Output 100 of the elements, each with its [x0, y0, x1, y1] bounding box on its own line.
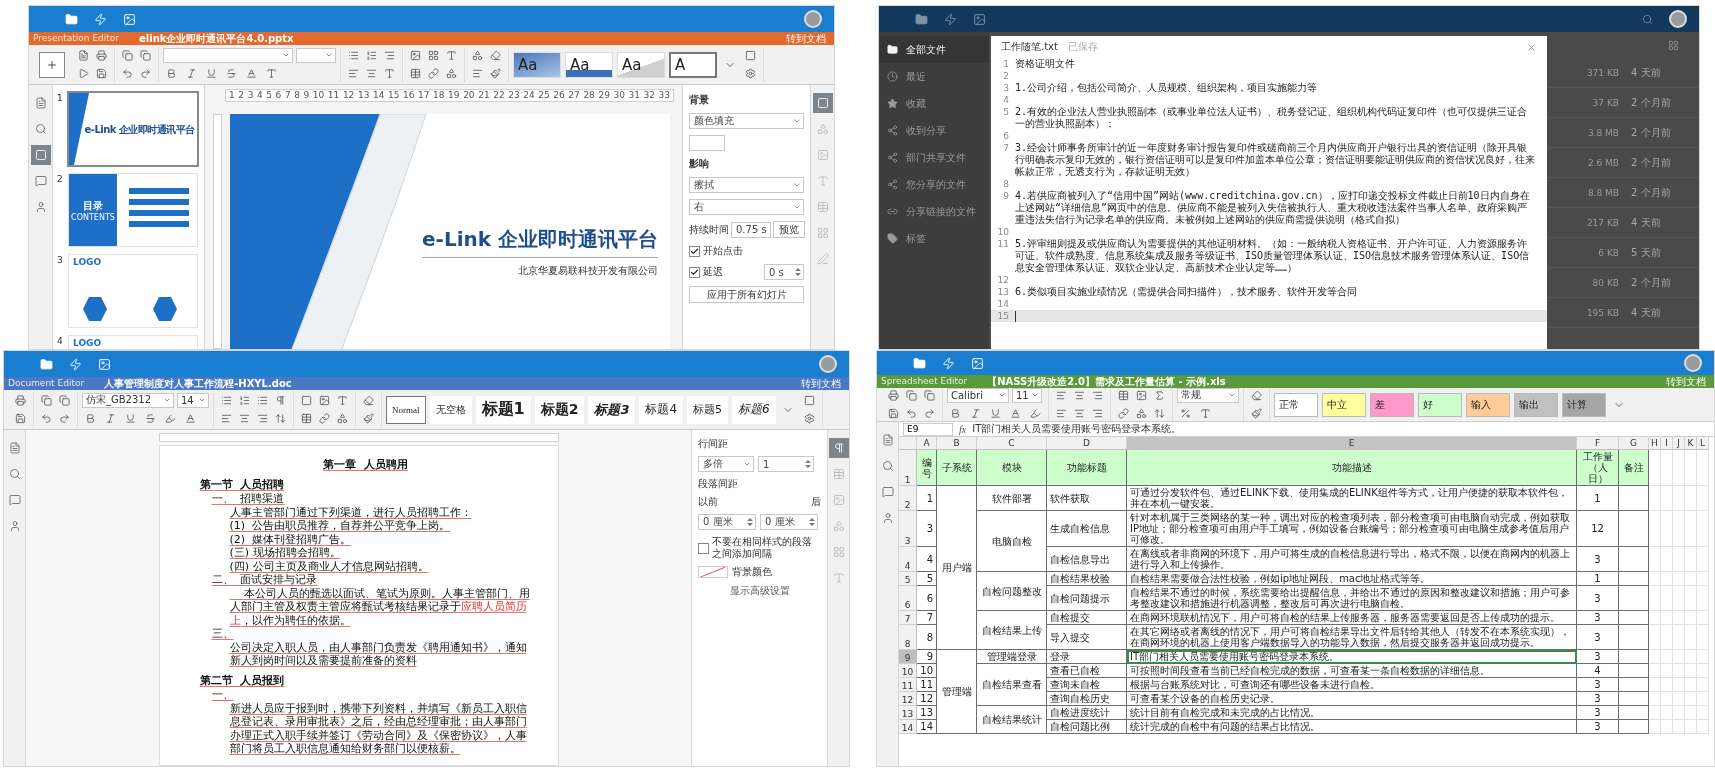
direction-dropdown[interactable]: 右	[689, 199, 804, 215]
nav-item[interactable]: 全部文件	[879, 36, 989, 63]
column-header[interactable]: A	[917, 437, 937, 450]
copy-icon[interactable]	[41, 395, 52, 406]
settings-icon[interactable]	[745, 68, 756, 79]
nav-item[interactable]: 标签	[879, 225, 989, 252]
paste-icon[interactable]	[59, 395, 70, 406]
image-icon[interactable]	[1136, 390, 1147, 401]
copy-icon[interactable]	[906, 390, 917, 401]
align-right-icon[interactable]	[1092, 408, 1103, 419]
row-header[interactable]: 8	[899, 625, 917, 650]
column-header[interactable]: K	[1685, 437, 1697, 450]
eraser-icon[interactable]	[363, 395, 374, 406]
paste-icon[interactable]	[924, 390, 935, 401]
underline-icon[interactable]	[125, 413, 136, 424]
multilevel-icon[interactable]	[257, 395, 268, 406]
cell-style[interactable]: 正常	[1274, 392, 1318, 417]
theme-thumbnail[interactable]: Aa	[565, 51, 613, 78]
paragraph-style[interactable]: 标题1	[475, 395, 531, 424]
spinner-arrows-icon[interactable]	[747, 517, 753, 527]
table-cell[interactable]: 统计目前有自检完成和未完成的占比情况。	[1127, 706, 1577, 720]
save-icon[interactable]	[96, 68, 107, 79]
formula-field[interactable]: IT部门相关人员需要使用账号密码登录本系统。	[972, 422, 1182, 436]
line-spacing-field[interactable]: 1	[758, 456, 814, 472]
checkbox[interactable]	[689, 266, 700, 278]
sort-icon[interactable]	[1154, 408, 1165, 419]
line-spacing-icon[interactable]	[275, 413, 286, 424]
numbering-icon[interactable]	[366, 50, 377, 61]
nav-item[interactable]: 部门共享文件	[879, 144, 989, 171]
paragraph-style[interactable]: 标题6	[732, 395, 776, 424]
table-cell[interactable]: 可通过分发软件包、通过ELINK下载、使用集成的ELINK组件等方式，让用户便捷的获取本软件包，并在本机一键安装。	[1127, 486, 1577, 511]
column-header[interactable]: C	[977, 437, 1047, 450]
paragraph-style[interactable]: Normal	[386, 395, 426, 424]
bold-icon[interactable]	[166, 68, 177, 79]
numbering-icon[interactable]	[239, 395, 250, 406]
empty-cell[interactable]	[1619, 706, 1649, 720]
function-label[interactable]: fx	[959, 423, 967, 435]
font-color-icon[interactable]	[1010, 408, 1021, 419]
font-size-field[interactable]: 11	[1012, 388, 1042, 403]
grid-icon[interactable]	[428, 50, 439, 61]
brush-icon[interactable]	[363, 413, 374, 424]
table-cell[interactable]: 统计完成的自检中有问题的结果占比情况。	[1127, 720, 1577, 734]
strikethrough-icon[interactable]	[226, 68, 237, 79]
link-icon[interactable]	[428, 68, 439, 79]
font-color-icon[interactable]	[185, 413, 196, 424]
font-color-icon[interactable]	[246, 68, 257, 79]
spacing-before-field[interactable]: 0 厘米	[698, 514, 756, 530]
search-icon[interactable]	[1642, 13, 1653, 25]
shapes-icon[interactable]	[337, 413, 348, 424]
table-cell[interactable]: 在离线或者非商网的环境下，用户可将生成的自检信息进行导出，格式不限，以便在商网内的机器上进行导入和上传操作。	[1127, 547, 1577, 572]
undo-icon[interactable]	[41, 413, 52, 424]
advanced-settings-link[interactable]: 显示高级设置	[698, 584, 821, 598]
table-cell[interactable]: 针对本机属于三类网络的某一种，调出对应的检查项列表，部分检查项可由电脑自动完成，例如获取IP地址；部分检查项可由用户手工填写，例如设备台账编号；部分检查项可由电脑生成参考值后用户可修改。	[1127, 511, 1577, 547]
spinner-arrows-icon[interactable]	[805, 459, 811, 469]
shapes-icon[interactable]	[446, 68, 457, 79]
print-icon[interactable]	[888, 390, 899, 401]
folder-icon[interactable]	[65, 12, 78, 26]
add-slide-button[interactable]	[39, 51, 65, 78]
font-name-field[interactable]: Calibri	[947, 388, 1009, 403]
cell-style[interactable]: 中立	[1322, 392, 1366, 417]
row-header[interactable]: 14	[899, 720, 917, 734]
paragraph-style[interactable]: 标题3	[588, 395, 636, 424]
row-header[interactable]: 13	[899, 706, 917, 720]
spacing-after-field[interactable]: 0 厘米	[760, 514, 818, 530]
sum-icon[interactable]	[1154, 390, 1165, 401]
redo-icon[interactable]	[140, 68, 151, 79]
link-icon[interactable]	[319, 413, 330, 424]
nav-item[interactable]: 您分享的文件	[879, 171, 989, 198]
textbox-icon[interactable]	[337, 395, 348, 406]
theme-thumbnail[interactable]: A	[669, 51, 717, 78]
empty-cell[interactable]	[1619, 611, 1649, 625]
line-spacing-dropdown[interactable]: 多倍	[698, 456, 754, 472]
effect-dropdown[interactable]: 擦拭	[689, 177, 804, 193]
save-icon[interactable]	[15, 413, 26, 424]
print-icon[interactable]	[96, 50, 107, 61]
column-header[interactable]: J	[1673, 437, 1685, 450]
delay-field[interactable]: 0 s	[764, 264, 804, 280]
eraser-icon[interactable]	[490, 50, 501, 61]
font-size-field[interactable]: 14	[177, 392, 209, 408]
settings-icon[interactable]	[803, 413, 815, 424]
align-left-icon[interactable]	[1056, 408, 1067, 419]
avatar[interactable]	[1669, 10, 1687, 28]
empty-cell[interactable]	[1619, 486, 1649, 511]
table-icon[interactable]	[1118, 390, 1129, 401]
empty-cell[interactable]	[1619, 625, 1649, 650]
undo-icon[interactable]	[906, 408, 917, 419]
lightning-icon[interactable]	[944, 12, 957, 26]
column-header[interactable]: E	[1127, 437, 1577, 450]
cell-style[interactable]: 好	[1418, 392, 1462, 417]
preview-button[interactable]: 预览	[773, 221, 805, 238]
table-cell[interactable]: 可按照时间段查看当前已经自检完成的数据，可查看某一条自检数据的详细信息。	[1127, 664, 1577, 678]
empty-cell[interactable]	[1619, 664, 1649, 678]
undo-icon[interactable]	[122, 68, 133, 79]
table-icon[interactable]	[410, 68, 421, 79]
close-icon[interactable]	[1526, 41, 1537, 53]
row-header[interactable]: 4	[899, 547, 917, 572]
table-cell[interactable]: 可查看某个设备的自检历史记录。	[1127, 692, 1577, 706]
spinner-arrows-icon[interactable]	[809, 517, 815, 527]
italic-icon[interactable]	[105, 413, 116, 424]
row-header[interactable]: 2	[899, 486, 917, 511]
